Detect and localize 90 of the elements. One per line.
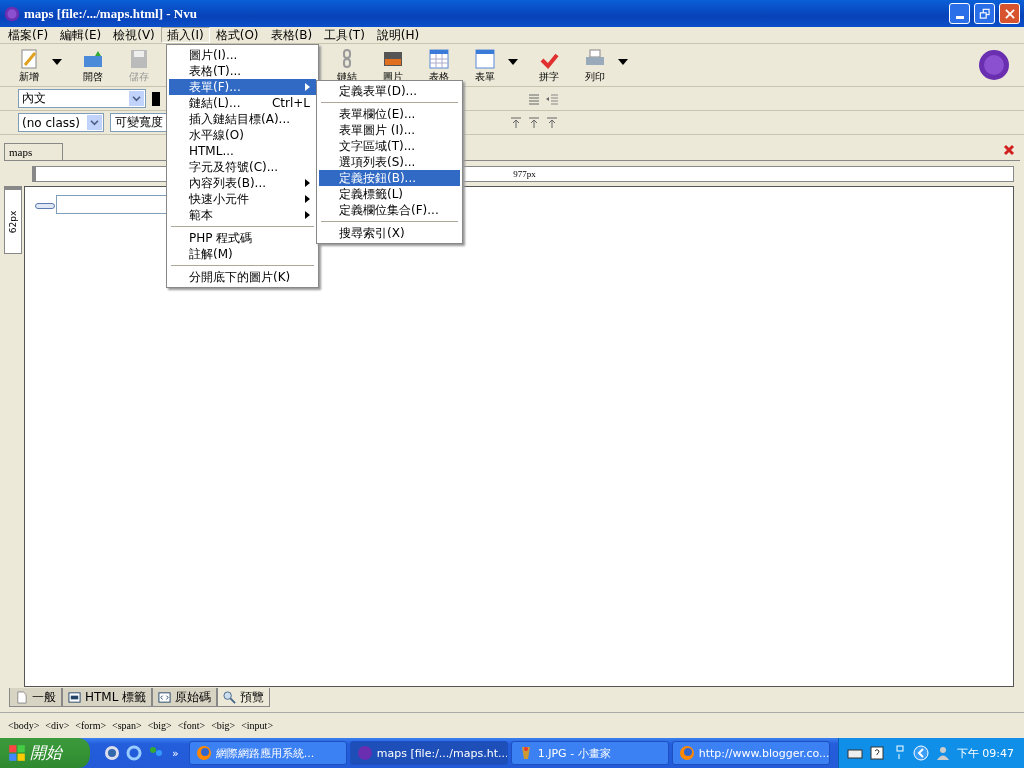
view-tab[interactable]: 預覽 xyxy=(217,688,271,707)
menu-item[interactable]: 表單圖片 (I)... xyxy=(319,122,460,138)
menu-item[interactable]: 範本 xyxy=(169,207,316,223)
chevron-left-icon[interactable] xyxy=(912,745,929,761)
document-tab[interactable]: maps xyxy=(4,143,64,160)
taskbar-button[interactable]: maps [file:/.../maps.ht... xyxy=(349,741,508,765)
close-tab-icon[interactable] xyxy=(1002,143,1016,157)
menu-item[interactable]: 註解(M) xyxy=(169,246,316,262)
view-tab[interactable]: HTML 標籤 xyxy=(62,688,153,707)
menu-item[interactable]: HTML... xyxy=(169,143,316,159)
font-select-button[interactable]: 可變寬度 xyxy=(110,113,168,132)
nvu-logo-icon xyxy=(4,5,20,22)
form-icon xyxy=(473,47,497,71)
menu-item[interactable]: 快速小元件 xyxy=(169,191,316,207)
menu-item[interactable]: 格式(O) xyxy=(209,27,265,43)
align-top-icon[interactable] xyxy=(509,115,523,130)
td-icon xyxy=(68,690,81,704)
form-button[interactable] xyxy=(35,203,55,209)
table-icon xyxy=(427,47,451,71)
toolbar-button[interactable]: 表單 xyxy=(462,47,508,83)
element-tag[interactable]: <font> xyxy=(177,720,206,731)
app-icon[interactable] xyxy=(104,745,120,761)
minimize-icon[interactable] xyxy=(955,16,964,19)
toolbar-button[interactable]: 開啓 xyxy=(70,47,116,83)
nvu-logo-icon xyxy=(978,49,1010,81)
nvu-logo-icon xyxy=(356,745,373,761)
dropdown-caret-icon[interactable] xyxy=(508,59,518,65)
outdent-icon[interactable] xyxy=(545,91,559,106)
menu-item[interactable]: 編輯(E) xyxy=(54,27,108,43)
menu-item[interactable]: 表單(F)... xyxy=(169,79,316,95)
menu-item[interactable]: 表單欄位(E)... xyxy=(319,106,460,122)
menu-item[interactable]: 工具(T) xyxy=(318,27,371,43)
browser-icon[interactable] xyxy=(126,745,142,761)
dropdown-caret-icon[interactable] xyxy=(618,59,628,65)
restore-icon xyxy=(977,6,992,21)
menu-item[interactable]: 檔案(F) xyxy=(2,27,55,43)
more-button[interactable]: » xyxy=(172,746,179,760)
windows-flag-icon xyxy=(8,744,26,762)
globe-icon xyxy=(195,745,212,761)
clock: 下午 09:47 xyxy=(956,745,1014,761)
dropdown-caret-icon[interactable] xyxy=(52,59,62,65)
menu-item[interactable]: PHP 程式碼 xyxy=(169,230,316,246)
toolbar-button[interactable]: 列印 xyxy=(572,47,618,83)
taskbar-button[interactable]: 網際網路應用系統... xyxy=(188,741,347,765)
close-icon xyxy=(1002,6,1017,21)
view-tab[interactable]: 一般 xyxy=(9,688,62,707)
menu-item[interactable]: 定義標籤(L) xyxy=(319,186,460,202)
element-tag[interactable]: <big> xyxy=(211,720,236,731)
element-tag[interactable]: <div> xyxy=(45,720,70,731)
menu-item[interactable]: 插入鏈結目標(A)... xyxy=(169,111,316,127)
menu-item[interactable]: 定義欄位集合(F)... xyxy=(319,202,460,218)
element-tag[interactable]: <big> xyxy=(147,720,172,731)
menu-item[interactable]: 鏈結(L)... Ctrl+L xyxy=(169,95,316,111)
align-middle-icon[interactable] xyxy=(527,115,541,130)
align-bottom-icon[interactable] xyxy=(545,115,559,130)
menu-item[interactable]: 分開底下的圖片(K) xyxy=(169,269,316,285)
menu-item[interactable]: 表格(B) xyxy=(264,27,319,43)
menu-item[interactable]: 檢視(V) xyxy=(107,27,161,43)
page-icon xyxy=(15,690,28,704)
class-select[interactable]: (no class) xyxy=(18,113,104,132)
code-icon xyxy=(158,690,172,704)
element-tag[interactable]: <span> xyxy=(112,720,142,731)
view-tab[interactable]: 原始碼 xyxy=(152,688,218,707)
menu-item[interactable]: 表格(T)... xyxy=(169,63,316,79)
toolbar-button[interactable]: 拼字 xyxy=(526,47,572,83)
globe-icon xyxy=(678,745,695,761)
menu-item[interactable]: 搜尋索引(X) xyxy=(319,225,460,241)
taskbar-button[interactable]: http://www.blogger.co... xyxy=(671,741,830,765)
minimize-button[interactable] xyxy=(949,3,970,24)
toolbar-button[interactable]: 新增 xyxy=(6,47,52,83)
help-icon[interactable] xyxy=(868,745,885,761)
menu-item[interactable]: 定義按鈕(B)... xyxy=(319,170,460,186)
vertical-ruler: 62px xyxy=(4,186,22,254)
taskbar-button[interactable]: 1.JPG - 小畫家 xyxy=(510,741,669,765)
element-tag[interactable]: <form> xyxy=(75,720,107,731)
close-button[interactable] xyxy=(999,3,1020,24)
window-title: maps [file:/.../maps.html] - Nvu xyxy=(24,5,198,22)
element-tag[interactable]: <input> xyxy=(241,720,274,731)
menu-item[interactable]: 文字區域(T)... xyxy=(319,138,460,154)
menu-item[interactable]: 定義表單(D)... xyxy=(319,83,460,99)
paragraph-select[interactable]: 內文 xyxy=(18,89,146,108)
restore-button[interactable] xyxy=(974,3,995,24)
menu-item[interactable]: 說明(H) xyxy=(370,27,426,43)
text-color-swatch[interactable] xyxy=(152,91,160,106)
element-tag[interactable]: <body> xyxy=(8,720,40,731)
start-button[interactable]: 開始 xyxy=(0,738,90,768)
menu-item[interactable]: 插入(I) xyxy=(160,27,210,43)
menu-item[interactable]: 水平線(O) xyxy=(169,127,316,143)
search-icon xyxy=(223,690,237,704)
menu-item[interactable]: 圖片(I)... xyxy=(169,47,316,63)
